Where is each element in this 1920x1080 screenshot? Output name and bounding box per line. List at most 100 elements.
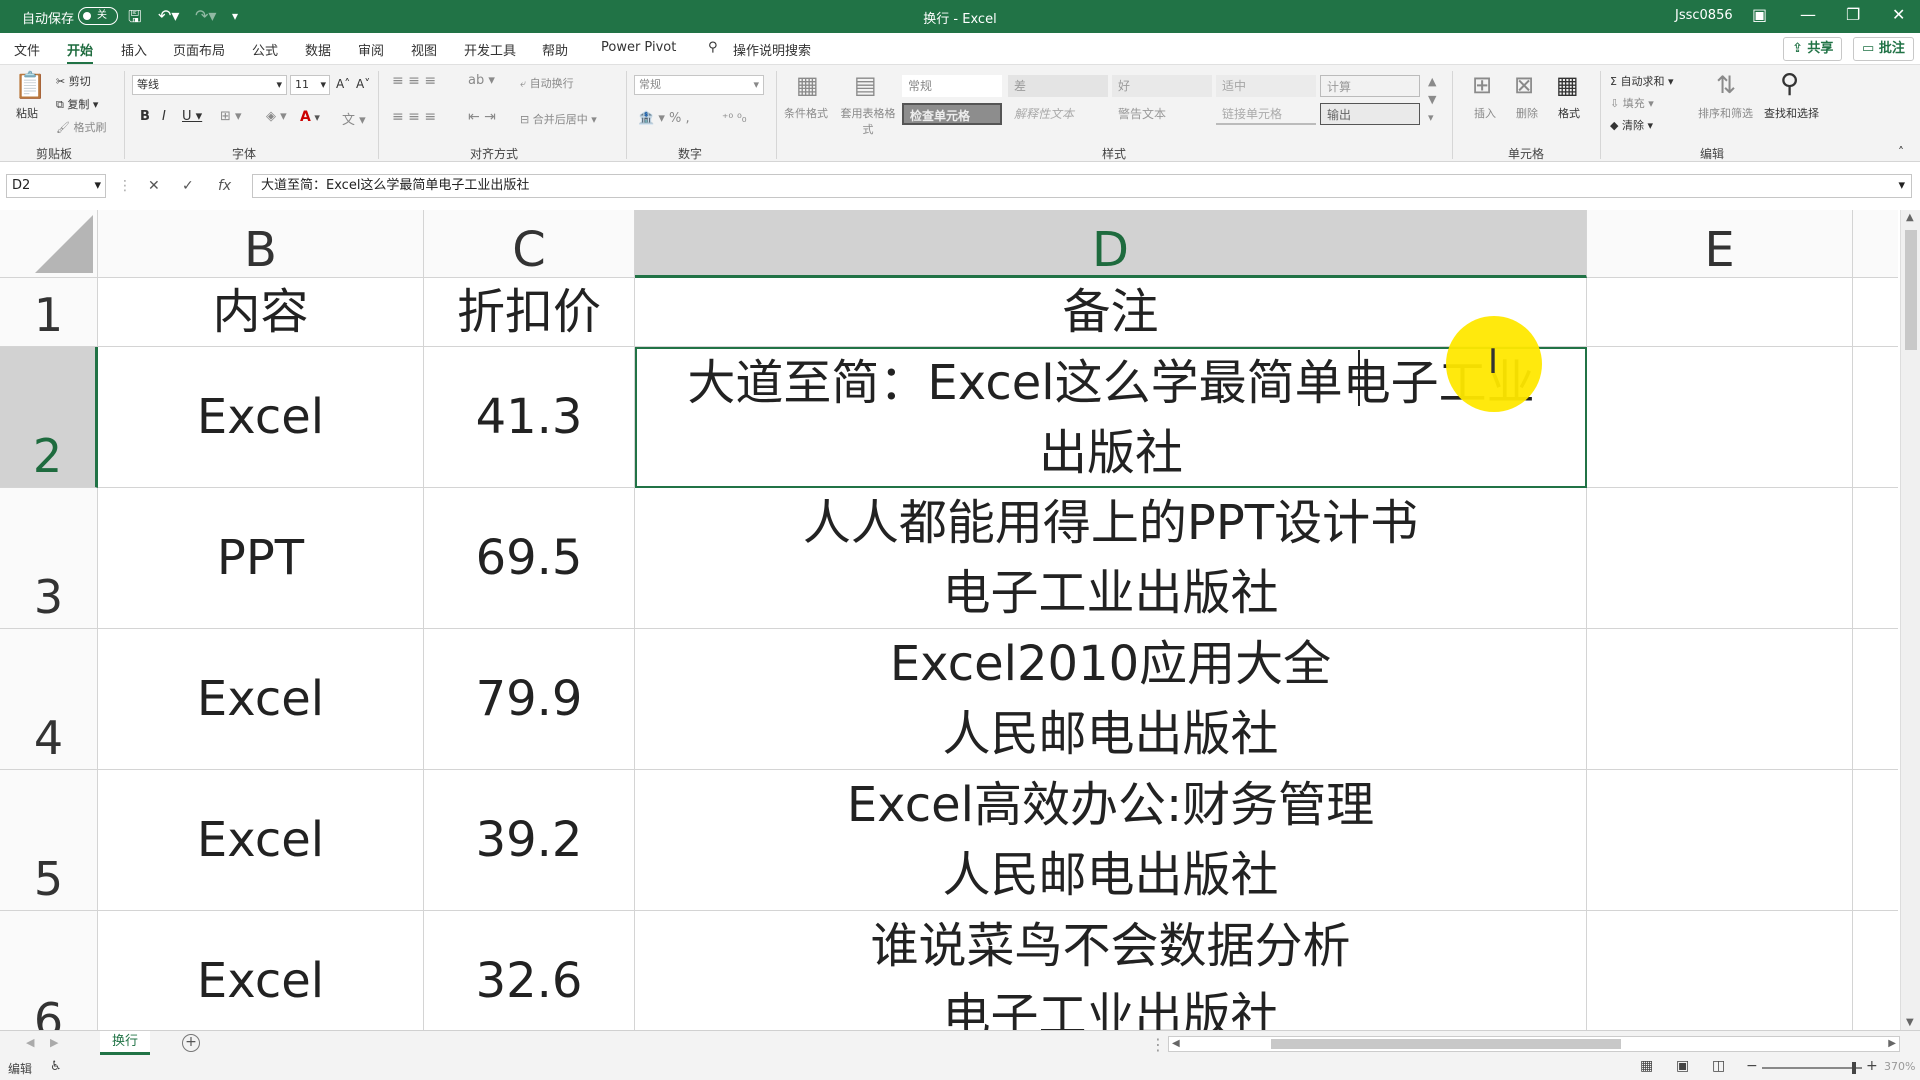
cell-d5[interactable]: Excel高效办公:财务管理 人民邮电出版社 (635, 770, 1587, 911)
align-left-icon[interactable]: ≡ ≡ ≡ (392, 109, 436, 125)
style-neutral[interactable]: 适中 (1216, 75, 1316, 97)
find-select-icon[interactable]: ⚲ (1780, 69, 1799, 99)
row-header-5[interactable]: 5 (0, 770, 98, 911)
styles-scroll-icon[interactable]: ▲ ▼ ▾ (1428, 73, 1436, 127)
font-color-icon[interactable]: A ▾ (300, 109, 320, 125)
cell-d4[interactable]: Excel2010应用大全 人民邮电出版社 (635, 629, 1587, 770)
cell-e5[interactable] (1587, 770, 1853, 911)
row-header-4[interactable]: 4 (0, 629, 98, 770)
decimal-icon[interactable]: ⁺⁰ ⁰₀ (722, 111, 747, 125)
expand-formula-icon[interactable]: ▾ (1898, 175, 1905, 197)
row-header-1[interactable]: 1 (0, 278, 98, 347)
italic-icon[interactable]: I (162, 109, 166, 124)
zoom-out-icon[interactable]: − (1746, 1058, 1758, 1074)
conditional-format-icon[interactable]: ▦ (796, 71, 819, 99)
cell-e4[interactable] (1587, 629, 1853, 770)
number-format-select[interactable]: 常规 ▾ (634, 75, 764, 95)
cell-f5[interactable] (1853, 770, 1898, 911)
style-check-cell[interactable]: 检查单元格 (902, 103, 1002, 125)
cell-b1[interactable]: 内容 (98, 278, 424, 347)
tab-developer[interactable]: 开发工具 (464, 40, 516, 59)
row-header-2[interactable]: 2 (0, 347, 98, 488)
tab-view[interactable]: 视图 (411, 40, 437, 59)
tab-insert[interactable]: 插入 (121, 40, 147, 59)
cell-c4[interactable]: 79.9 (424, 629, 635, 770)
font-size-select[interactable]: 11 ▾ (290, 75, 330, 95)
accessibility-icon[interactable]: ♿ (50, 1059, 62, 1074)
sort-filter-label[interactable]: 排序和筛选 (1698, 105, 1753, 121)
paste-icon[interactable]: 📋 (14, 71, 46, 101)
align-top-icon[interactable]: ≡ ≡ ≡ (392, 73, 436, 89)
find-select-label[interactable]: 查找和选择 (1764, 105, 1819, 121)
scroll-down-icon[interactable]: ▼ (1906, 1017, 1914, 1028)
cut-button[interactable]: ✂ 剪切 (56, 73, 91, 89)
autosum-button[interactable]: Σ 自动求和 ▾ (1610, 73, 1673, 89)
sort-filter-icon[interactable]: ⇅ (1716, 71, 1736, 99)
row-header-3[interactable]: 3 (0, 488, 98, 629)
next-sheet-icon[interactable]: ▶ (50, 1036, 58, 1049)
cell-b4[interactable]: Excel (98, 629, 424, 770)
page-break-view-icon[interactable]: ◫ (1712, 1058, 1725, 1074)
format-table-icon[interactable]: ▤ (854, 71, 877, 99)
cell-e2[interactable] (1587, 347, 1853, 488)
scroll-up-icon[interactable]: ▲ (1906, 212, 1914, 223)
format-table-label[interactable]: 套用表格格式 (838, 105, 898, 137)
increase-font-icon[interactable]: A˄ (336, 77, 350, 91)
cell-c6[interactable]: 32.6 (424, 911, 635, 1030)
search-icon[interactable]: ⚲ (708, 40, 718, 55)
insert-cells-label[interactable]: 插入 (1474, 105, 1496, 121)
vertical-scrollbar[interactable]: ▲ ▼ (1900, 210, 1920, 1030)
select-all-corner[interactable] (0, 210, 98, 278)
format-painter-button[interactable]: 🖌 格式刷 (56, 119, 106, 135)
fill-button[interactable]: ⇩ 填充 ▾ (1610, 95, 1654, 111)
style-output[interactable]: 输出 (1320, 103, 1420, 125)
tab-page-layout[interactable]: 页面布局 (173, 40, 225, 59)
conditional-format-label[interactable]: 条件格式 (784, 105, 828, 121)
copy-button[interactable]: ⧉ 复制 ▾ (56, 96, 98, 112)
share-button[interactable]: ⇪ 共享 (1783, 37, 1843, 61)
restore-icon[interactable]: ❐ (1846, 5, 1860, 24)
decrease-font-icon[interactable]: A˅ (356, 77, 370, 91)
style-normal[interactable]: 常规 (902, 75, 1002, 97)
cell-c5[interactable]: 39.2 (424, 770, 635, 911)
insert-cells-icon[interactable]: ⊞ (1472, 71, 1492, 99)
cell-b5[interactable]: Excel (98, 770, 424, 911)
style-linked-cell[interactable]: 链接单元格 (1216, 103, 1316, 125)
cell-d3[interactable]: 人人都能用得上的PPT设计书 电子工业出版社 (635, 488, 1587, 629)
wrap-text-button[interactable]: ⤶ 自动换行 (520, 75, 574, 91)
close-icon[interactable]: ✕ (1892, 5, 1905, 24)
ribbon-display-icon[interactable]: ▣ (1752, 5, 1767, 24)
tab-formulas[interactable]: 公式 (252, 40, 278, 59)
cell-e1[interactable] (1587, 278, 1853, 347)
user-name[interactable]: Jssc0856 (1675, 8, 1733, 23)
horizontal-scroll-thumb[interactable] (1271, 1039, 1621, 1049)
cell-f1[interactable] (1853, 278, 1898, 347)
zoom-level[interactable]: 370% (1884, 1060, 1915, 1073)
cancel-icon[interactable]: ✕ (148, 178, 160, 194)
border-icon[interactable]: ⊞ ▾ (220, 109, 242, 124)
cell-b6[interactable]: Excel (98, 911, 424, 1030)
insert-function-icon[interactable]: fx (218, 178, 231, 194)
scroll-left-icon[interactable]: ◀ (1172, 1038, 1180, 1049)
cell-f3[interactable] (1853, 488, 1898, 629)
tell-me-search[interactable]: 操作说明搜索 (733, 40, 811, 59)
column-header-c[interactable]: C (424, 210, 635, 278)
cell-d2[interactable]: 大道至简：Excel这么学最简单电子工业 出版社 (635, 347, 1587, 488)
sheet-tab-wrap[interactable]: 换行 (100, 1031, 150, 1055)
tab-home[interactable]: 开始 (67, 40, 94, 65)
style-explanatory[interactable]: 解释性文本 (1008, 103, 1108, 125)
cell-f2[interactable] (1853, 347, 1898, 488)
column-header-b[interactable]: B (98, 210, 424, 278)
column-header-d[interactable]: D (635, 210, 1587, 278)
normal-view-icon[interactable]: ▦ (1640, 1058, 1653, 1074)
format-cells-icon[interactable]: ▦ (1556, 71, 1579, 99)
style-bad[interactable]: 差 (1008, 75, 1108, 97)
comments-button[interactable]: ▭ 批注 (1853, 37, 1914, 61)
bold-icon[interactable]: B (140, 109, 150, 124)
style-warning[interactable]: 警告文本 (1112, 103, 1212, 125)
horizontal-scrollbar[interactable]: ◀ ▶ (1168, 1036, 1900, 1052)
merge-center-button[interactable]: ⊟ 合并后居中 ▾ (520, 111, 597, 127)
cell-e6[interactable] (1587, 911, 1853, 1030)
tab-review[interactable]: 审阅 (358, 40, 384, 59)
row-header-6[interactable]: 6 (0, 911, 98, 1030)
